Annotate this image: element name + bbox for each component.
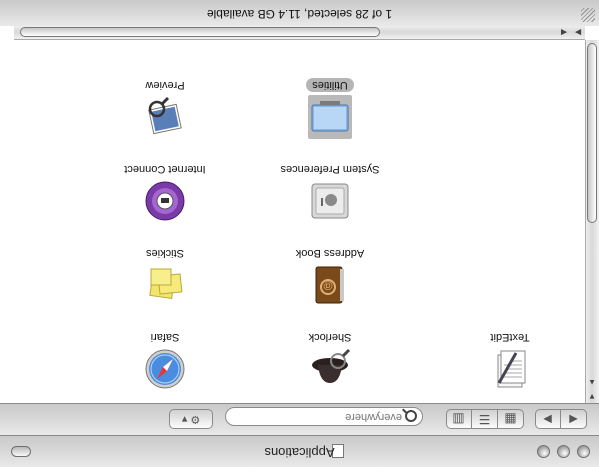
app-item-internet-connect[interactable]: Internet Connect (100, 161, 230, 223)
folder-icon (308, 95, 352, 139)
stickies-icon (143, 263, 187, 307)
safari-icon (143, 347, 187, 391)
back-button[interactable]: ◀ (560, 410, 586, 428)
app-item-stickies[interactable]: Stickies (100, 245, 230, 307)
search-input[interactable] (242, 410, 402, 424)
toolbar: ◀ ▶ ▦ ☰ ▥ ⚙ ▾ (0, 403, 599, 435)
scroll-right-arrow[interactable]: ▶ (571, 25, 585, 39)
window-title: Applications (264, 445, 335, 460)
app-label: Preview (145, 79, 185, 91)
app-item-preview[interactable]: Preview (100, 77, 230, 139)
svg-text:@: @ (323, 280, 333, 291)
forward-button[interactable]: ▶ (535, 410, 560, 428)
app-item-system-preferences[interactable]: System Preferences (265, 161, 395, 223)
icon-view-button[interactable]: ▦ (497, 410, 523, 428)
list-view-button[interactable]: ☰ (471, 410, 497, 428)
horizontal-scroll-thumb[interactable] (20, 27, 380, 37)
system-preferences-icon (308, 179, 352, 223)
app-label: Address Book (295, 247, 365, 259)
column-view-button[interactable]: ▥ (446, 410, 471, 428)
address-book-icon: @ (308, 263, 352, 307)
vertical-scrollbar[interactable]: ▼ ▲ (585, 40, 599, 403)
textedit-icon (488, 347, 532, 391)
vertical-scroll-thumb[interactable] (587, 43, 597, 223)
scroll-down-arrow[interactable]: ▼ (585, 389, 599, 403)
app-item-textedit[interactable]: TextEdit (445, 329, 575, 391)
app-label: Safari (150, 331, 180, 343)
internet-connect-icon (143, 179, 187, 223)
app-label: TextEdit (490, 331, 530, 343)
horizontal-scrollbar[interactable]: ▶ ◀ (14, 26, 585, 40)
app-item-utilities[interactable]: Utilities (265, 77, 395, 139)
back-forward-control: ◀ ▶ (535, 409, 587, 429)
toolbar-toggle-button[interactable] (11, 446, 31, 457)
app-item-sherlock[interactable]: Sherlock (265, 329, 395, 391)
app-label: System Preferences (280, 163, 380, 175)
search-icon (405, 410, 417, 422)
search-field[interactable] (225, 407, 423, 426)
view-switcher: ▦ ☰ ▥ (446, 409, 524, 429)
scroll-up-arrow[interactable]: ▲ (585, 375, 599, 389)
status-bar: 1 of 28 selected, 11.4 GB available (0, 0, 599, 26)
status-text: 1 of 28 selected, 11.4 GB available (206, 7, 393, 21)
app-item-safari[interactable]: Safari (100, 329, 230, 391)
icon-view-area[interactable]: TextEdit Sherlock Safari @ Address Book … (14, 40, 585, 403)
scroll-left-arrow[interactable]: ◀ (557, 25, 571, 39)
app-label: Stickies (146, 247, 184, 259)
app-label: Sherlock (308, 331, 352, 343)
app-item-address-book[interactable]: @ Address Book (265, 245, 395, 307)
finder-window: Applications ◀ ▶ ▦ ☰ ▥ ⚙ ▾ (0, 0, 599, 467)
preview-icon (143, 95, 187, 139)
app-label: Internet Connect (124, 163, 206, 175)
action-menu-button[interactable]: ⚙ ▾ (169, 409, 213, 429)
sherlock-icon (308, 347, 352, 391)
title-bar[interactable]: Applications (0, 435, 599, 467)
app-label-selected: Utilities (306, 78, 354, 92)
